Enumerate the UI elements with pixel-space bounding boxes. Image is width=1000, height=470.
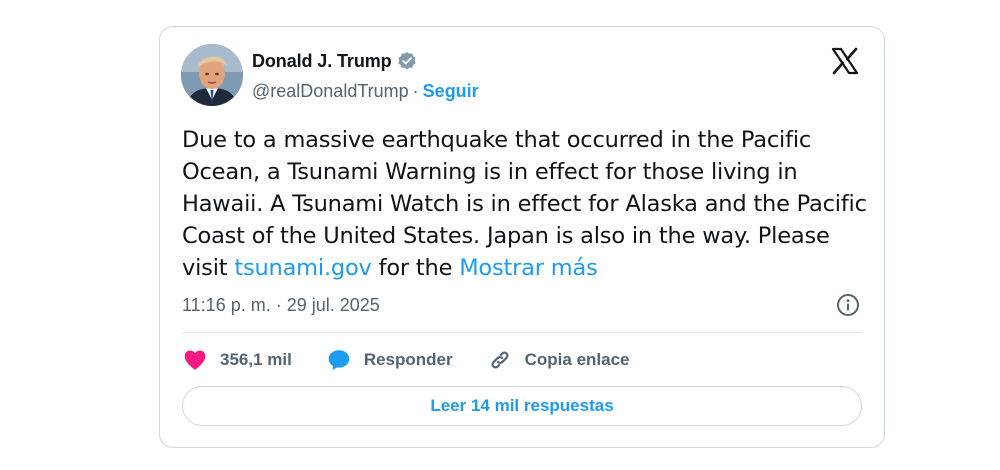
tweet-timestamp[interactable]: 11:16 p. m. · 29 jul. 2025 bbox=[182, 293, 380, 317]
show-more-link[interactable]: Mostrar más bbox=[459, 255, 598, 281]
reply-label: Responder bbox=[363, 350, 453, 369]
divider bbox=[182, 332, 862, 333]
like-count: 356,1 mil bbox=[220, 350, 292, 369]
handle-separator: · bbox=[412, 80, 419, 101]
tsunami-gov-link[interactable]: tsunami.gov bbox=[234, 255, 372, 281]
follow-button[interactable]: Seguir bbox=[423, 81, 479, 102]
speech-bubble-icon bbox=[328, 350, 350, 371]
copy-link-button[interactable]: Copia enlace bbox=[487, 347, 630, 373]
author-name-row: Donald J. Trump bbox=[252, 49, 417, 73]
info-icon[interactable] bbox=[836, 293, 860, 317]
verified-badge-icon bbox=[397, 51, 417, 71]
tweet-body-text-continued: for the bbox=[371, 255, 460, 281]
tweet-text: Due to a massive earthquake that occurre… bbox=[182, 124, 872, 284]
reply-button[interactable]: Responder bbox=[326, 347, 453, 373]
read-replies-button[interactable]: Leer 14 mil respuestas bbox=[182, 386, 862, 426]
heart-icon bbox=[184, 350, 206, 370]
action-bar: 356,1 mil Responder Copia enlace bbox=[182, 345, 664, 375]
avatar-image bbox=[181, 44, 243, 106]
author-display-name[interactable]: Donald J. Trump bbox=[252, 51, 392, 72]
copy-link-label: Copia enlace bbox=[524, 350, 630, 369]
author-handle[interactable]: @realDonaldTrump bbox=[252, 81, 409, 102]
author-handle-row: @realDonaldTrump · Seguir bbox=[252, 79, 479, 103]
avatar[interactable] bbox=[181, 44, 243, 106]
link-icon bbox=[491, 351, 509, 369]
like-button[interactable]: 356,1 mil bbox=[182, 347, 292, 373]
tweet-card: Donald J. Trump @realDonaldTrump · Segui… bbox=[159, 26, 885, 448]
x-logo-icon[interactable] bbox=[830, 46, 860, 76]
